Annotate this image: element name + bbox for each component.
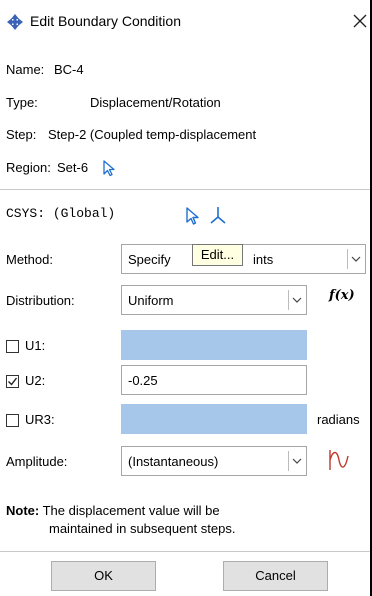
type-label: Type: [6, 95, 38, 110]
method-select[interactable]: Specify ints [121, 244, 366, 274]
method-label: Method: [6, 252, 53, 267]
button-divider [0, 551, 370, 552]
csys-create-button[interactable] [208, 205, 228, 225]
region-select-button[interactable] [101, 159, 117, 177]
csys-value: (Global) [52, 206, 116, 221]
cancel-button[interactable]: Cancel [223, 561, 328, 591]
region-value: Set-6 [57, 160, 89, 175]
checkmark-icon [8, 377, 18, 386]
u2-field[interactable]: -0.25 [121, 365, 307, 395]
method-value-left: Specify [128, 252, 171, 267]
amplitude-select[interactable]: (Instantaneous) [121, 446, 307, 476]
distribution-select[interactable]: Uniform [121, 285, 307, 315]
title-bar: Edit Boundary Condition [0, 0, 372, 44]
ur3-checkbox[interactable] [6, 414, 19, 427]
expression-field-button[interactable]: f(x) [329, 288, 355, 303]
u2-checkbox[interactable] [6, 375, 19, 388]
cursor-arrow-icon [186, 207, 199, 225]
amplitude-label: Amplitude: [6, 454, 68, 469]
section-divider [0, 189, 370, 190]
amplitude-value: (Instantaneous) [128, 454, 219, 469]
note-line2: maintained in subsequent steps. [49, 521, 236, 536]
u1-label: U1: [25, 338, 46, 353]
name-label: Name: [6, 62, 45, 77]
distribution-label: Distribution: [6, 293, 75, 308]
amplitude-create-button[interactable] [327, 448, 351, 472]
csys-label: CSYS: (Global) [6, 206, 115, 221]
amplitude-curve-icon [329, 450, 349, 470]
note-text: Note: The displacement value will be mai… [6, 502, 235, 538]
distribution-value: Uniform [128, 293, 174, 308]
close-button[interactable] [349, 8, 371, 34]
note-label: Note: [6, 503, 40, 518]
ur3-unit: radians [317, 412, 360, 427]
cursor-arrow-icon [103, 160, 115, 177]
edit-tooltip: Edit... [192, 244, 243, 266]
u2-value: -0.25 [128, 373, 158, 388]
chevron-down-icon [288, 451, 305, 471]
step-label: Step: [6, 127, 37, 142]
arrows-cross-icon [6, 13, 24, 31]
note-line1: The displacement value will be [42, 503, 220, 518]
csys-select-button[interactable] [183, 206, 201, 226]
csys-label-text: CSYS: [6, 206, 46, 221]
region-label: Region: [6, 160, 51, 175]
step-value: Step-2 (Coupled temp-displacement [48, 127, 257, 142]
edit-boundary-condition-dialog: Edit Boundary Condition Name: BC-4 Type:… [0, 0, 372, 596]
u1-field[interactable] [121, 330, 307, 360]
chevron-down-icon [288, 290, 305, 310]
u1-checkbox[interactable] [6, 340, 19, 353]
chevron-down-icon [347, 249, 364, 269]
u2-label: U2: [25, 373, 46, 388]
ok-button[interactable]: OK [51, 561, 156, 591]
method-value-right: ints [253, 252, 274, 267]
axis-triad-icon [210, 207, 226, 224]
close-icon [353, 14, 367, 28]
type-value: Displacement/Rotation [90, 95, 221, 110]
ur3-field[interactable] [121, 404, 307, 434]
ur3-label: UR3: [25, 412, 55, 427]
dialog-title: Edit Boundary Condition [30, 13, 181, 29]
name-value: BC-4 [54, 62, 84, 77]
